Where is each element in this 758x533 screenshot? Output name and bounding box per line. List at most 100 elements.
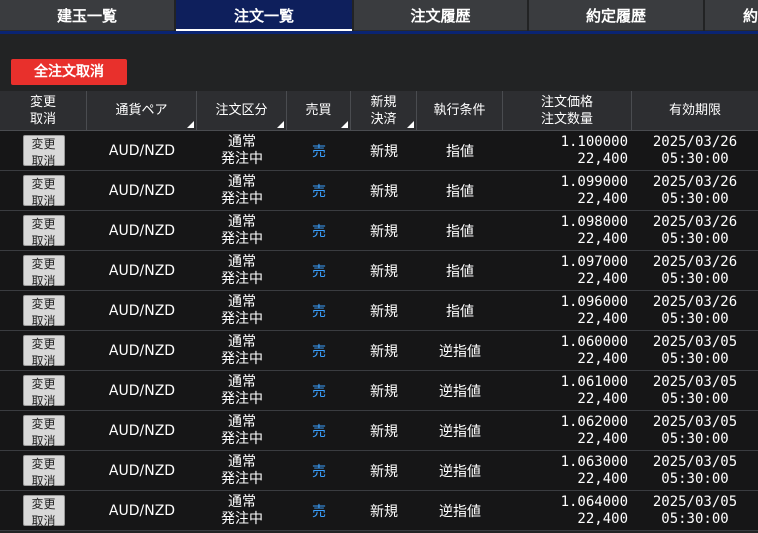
price-qty-cell: 1.064000 22,400 [503, 491, 632, 530]
new-close-cell: 新規 [370, 503, 398, 520]
expiry-date: 2025/03/05 [652, 453, 738, 470]
pair-cell: AUD/NZD [108, 222, 176, 239]
order-quantity: 22,400 [577, 430, 628, 447]
order-price: 1.098000 [560, 213, 628, 230]
header-new-close-line1: 新規 [370, 94, 397, 110]
modify-label: 変更 [31, 497, 56, 511]
order-quantity: 22,400 [577, 510, 628, 527]
side-cell: 売 [312, 503, 326, 520]
order-type-cell: 通常 発注中 [197, 411, 287, 450]
header-expiry-label: 有効期限 [668, 102, 721, 118]
modify-cancel-button[interactable]: 変更 取消 [22, 175, 65, 208]
tab-more[interactable]: 約 [705, 0, 758, 31]
new-close-cell: 新規 [370, 423, 398, 440]
modify-cancel-button[interactable]: 変更 取消 [22, 375, 65, 408]
modify-cancel-button[interactable]: 変更 取消 [22, 255, 65, 288]
modify-cell: 変更 取消 [0, 171, 87, 210]
price-qty-cell: 1.062000 22,400 [503, 411, 632, 450]
order-type-label: 通常 [228, 213, 256, 230]
expiry-date: 2025/03/05 [652, 373, 738, 390]
pair-cell: AUD/NZD [108, 182, 176, 199]
header-new-close[interactable]: 新規 決済 [351, 91, 417, 130]
new-close-cell: 新規 [370, 183, 398, 200]
cancel-all-orders-button[interactable]: 全注文取消 [11, 59, 127, 85]
order-type-label: 通常 [228, 493, 256, 510]
order-price: 1.064000 [560, 493, 628, 510]
modify-cancel-button[interactable]: 変更 取消 [22, 415, 65, 448]
modify-cell: 変更 取消 [0, 251, 87, 290]
price-qty-cell: 1.100000 22,400 [503, 131, 632, 170]
header-order-type[interactable]: 注文区分 [197, 91, 287, 130]
header-side[interactable]: 売買 [287, 91, 351, 130]
side-cell: 売 [312, 343, 326, 360]
modify-cancel-button[interactable]: 変更 取消 [22, 495, 65, 528]
pair-cell: AUD/NZD [108, 342, 176, 359]
cancel-label: 取消 [31, 434, 56, 448]
orders-table: 変更 取消 通貨ペア 注文区分 売買 新規 決済 執行条件 注文価格 注文数量 有効期… [0, 91, 758, 531]
header-pair-label: 通貨ペア [115, 102, 168, 118]
new-close-cell: 新規 [370, 143, 398, 160]
table-row: 変更 取消 AUD/NZD 通常 発注中 売 新規 指値 1.099000 22,40… [0, 171, 758, 211]
order-status-label: 発注中 [221, 230, 263, 247]
order-price: 1.096000 [560, 293, 628, 310]
expiry-cell: 2025/03/05 05:30:00 [632, 491, 758, 530]
header-condition: 執行条件 [417, 91, 503, 130]
expiry-time: 05:30:00 [661, 190, 729, 207]
modify-cancel-button[interactable]: 変更 取消 [22, 295, 65, 328]
new-close-cell: 新規 [370, 463, 398, 480]
modify-cancel-button[interactable]: 変更 取消 [22, 335, 65, 368]
header-expiry: 有効期限 [632, 91, 758, 130]
order-status-label: 発注中 [221, 270, 263, 287]
order-price: 1.062000 [560, 413, 628, 430]
pair-cell: AUD/NZD [108, 142, 176, 159]
side-cell: 売 [312, 263, 326, 280]
condition-cell: 逆指値 [439, 423, 481, 440]
order-type-cell: 通常 発注中 [197, 451, 287, 490]
order-quantity: 22,400 [577, 470, 628, 487]
modify-cancel-button[interactable]: 変更 取消 [22, 455, 65, 488]
modify-label: 変更 [31, 417, 56, 431]
tab-execution-history[interactable]: 約定履歴 [529, 0, 703, 31]
cancel-label: 取消 [31, 314, 56, 328]
table-row: 変更 取消 AUD/NZD 通常 発注中 売 新規 指値 1.097000 22,40… [0, 251, 758, 291]
order-type-label: 通常 [228, 373, 256, 390]
cancel-label: 取消 [31, 474, 56, 488]
new-close-cell: 新規 [370, 343, 398, 360]
order-type-label: 通常 [228, 453, 256, 470]
condition-cell: 指値 [446, 223, 474, 240]
expiry-time: 05:30:00 [661, 430, 729, 447]
expiry-date: 2025/03/26 [652, 293, 738, 310]
expiry-date: 2025/03/26 [652, 253, 738, 270]
side-cell: 売 [312, 383, 326, 400]
condition-cell: 逆指値 [439, 383, 481, 400]
tab-orders[interactable]: 注文一覧 [176, 0, 352, 31]
side-cell: 売 [312, 463, 326, 480]
tab-order-history[interactable]: 注文履歴 [354, 0, 527, 31]
new-close-cell: 新規 [370, 223, 398, 240]
side-cell: 売 [312, 423, 326, 440]
price-qty-cell: 1.060000 22,400 [503, 331, 632, 370]
expiry-cell: 2025/03/05 05:30:00 [632, 411, 758, 450]
pair-cell: AUD/NZD [108, 302, 176, 319]
price-qty-cell: 1.063000 22,400 [503, 451, 632, 490]
tab-positions[interactable]: 建玉一覧 [0, 0, 174, 31]
cancel-label: 取消 [31, 394, 56, 408]
modify-cell: 変更 取消 [0, 211, 87, 250]
price-qty-cell: 1.061000 22,400 [503, 371, 632, 410]
condition-cell: 指値 [446, 143, 474, 160]
expiry-time: 05:30:00 [661, 310, 729, 327]
order-type-label: 通常 [228, 253, 256, 270]
order-status-label: 発注中 [221, 190, 263, 207]
order-type-cell: 通常 発注中 [197, 491, 287, 530]
order-quantity: 22,400 [577, 270, 628, 287]
tab-bar: 建玉一覧 注文一覧 注文履歴 約定履歴 約 [0, 0, 758, 31]
pair-cell: AUD/NZD [108, 382, 176, 399]
modify-cancel-button[interactable]: 変更 取消 [22, 135, 65, 168]
header-pair[interactable]: 通貨ペア [87, 91, 197, 130]
condition-cell: 指値 [446, 183, 474, 200]
order-type-cell: 通常 発注中 [197, 291, 287, 330]
cancel-label: 取消 [31, 354, 56, 368]
modify-cancel-button[interactable]: 変更 取消 [22, 215, 65, 248]
order-price: 1.060000 [560, 333, 628, 350]
table-row: 変更 取消 AUD/NZD 通常 発注中 売 新規 逆指値 1.060000 22,4… [0, 331, 758, 371]
